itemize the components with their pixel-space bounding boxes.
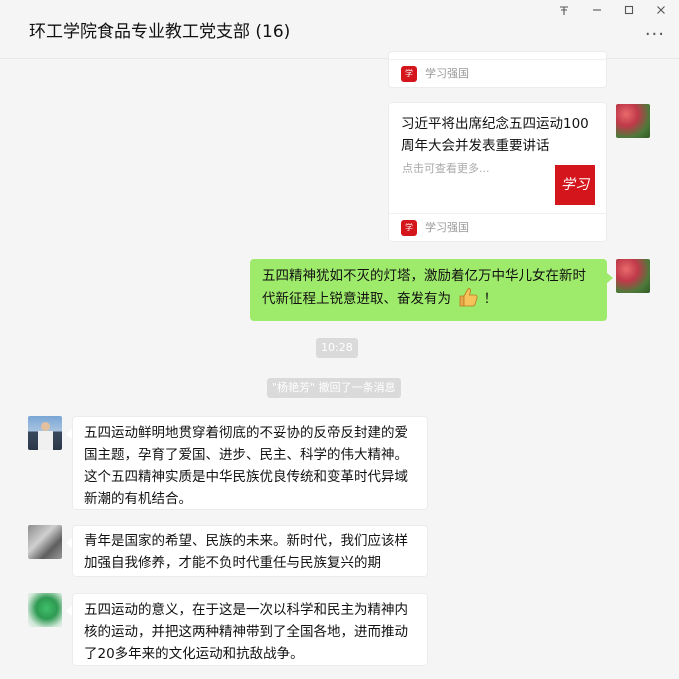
card-thumbnail-text: 学习 [561, 177, 589, 193]
chat-title: 环工学院食品专业教工党支部 (16) [29, 22, 291, 42]
more-options-button[interactable]: ··· [645, 26, 665, 44]
minimize-icon[interactable] [581, 0, 613, 20]
message-text: 青年是国家的希望、民族的未来。新时代，我们应该样加强自我修养，才能不负时代重任与… [84, 533, 408, 571]
pin-icon[interactable] [548, 0, 580, 20]
chat-window: 环工学院食品专业教工党支部 (16) ··· 学 学习强国 习近平将出席纪念五四… [0, 0, 679, 679]
timestamp: 10:28 [316, 338, 358, 358]
recall-notice: "杨艳芳" 撤回了一条消息 [267, 378, 401, 398]
self-avatar[interactable] [616, 104, 650, 138]
self-message-text: 五四精神犹如不灭的灯塔，激励着亿万中华儿女在新时代新征程上锐意进取、奋发有为 [262, 268, 586, 307]
message-text: 五四运动的意义，在于这是一次以科学和民主为精神内核的运动，并把这两种精神带到了全… [84, 602, 408, 662]
card-footer: 学 学习强国 [389, 59, 606, 87]
close-icon[interactable] [645, 0, 677, 20]
card-thumbnail: 学习 [555, 165, 595, 205]
xuexi-qiangguo-icon: 学 [401, 219, 417, 236]
member-message-bubble[interactable]: 青年是国家的希望、民族的未来。新时代，我们应该样加强自我修养，才能不负时代重任与… [72, 525, 428, 577]
card-source: 学习强国 [425, 66, 469, 80]
xuexi-qiangguo-icon: 学 [401, 65, 417, 82]
self-avatar[interactable] [616, 259, 650, 293]
member-message-bubble[interactable]: 五四运动鲜明地贯穿着彻底的不妥协的反帝反封建的爱国主题，孕育了爱国、进步、民主、… [72, 416, 428, 510]
member-avatar[interactable] [28, 593, 62, 627]
self-message-tail: ！ [483, 291, 498, 307]
card-title: 习近平将出席纪念五四运动100周年大会并发表重要讲话 [401, 116, 589, 154]
shared-article-card[interactable]: 习近平将出席纪念五四运动100周年大会并发表重要讲话 点击可查看更多... 学习… [388, 102, 607, 242]
thumbs-up-emoji [457, 287, 479, 307]
message-text: 五四运动鲜明地贯穿着彻底的不妥协的反帝反封建的爱国主题，孕育了爱国、进步、民主、… [84, 425, 408, 507]
self-message-bubble[interactable]: 五四精神犹如不灭的灯塔，激励着亿万中华儿女在新时代新征程上锐意进取、奋发有为 ！ [250, 259, 607, 321]
shared-card-partial[interactable]: 学 学习强国 [388, 51, 607, 88]
message-list[interactable]: 学 学习强国 习近平将出席纪念五四运动100周年大会并发表重要讲话 点击可查看更… [0, 51, 679, 679]
bubble-arrow [607, 273, 613, 283]
card-description: 点击可查看更多... [402, 162, 490, 175]
card-source: 学习强国 [425, 220, 469, 234]
card-footer: 学 学习强国 [389, 213, 606, 241]
member-message-bubble[interactable]: 五四运动的意义，在于这是一次以科学和民主为精神内核的运动，并把这两种精神带到了全… [72, 593, 428, 666]
member-avatar[interactable] [28, 525, 62, 559]
member-avatar[interactable] [28, 416, 62, 450]
maximize-icon[interactable] [613, 0, 645, 20]
